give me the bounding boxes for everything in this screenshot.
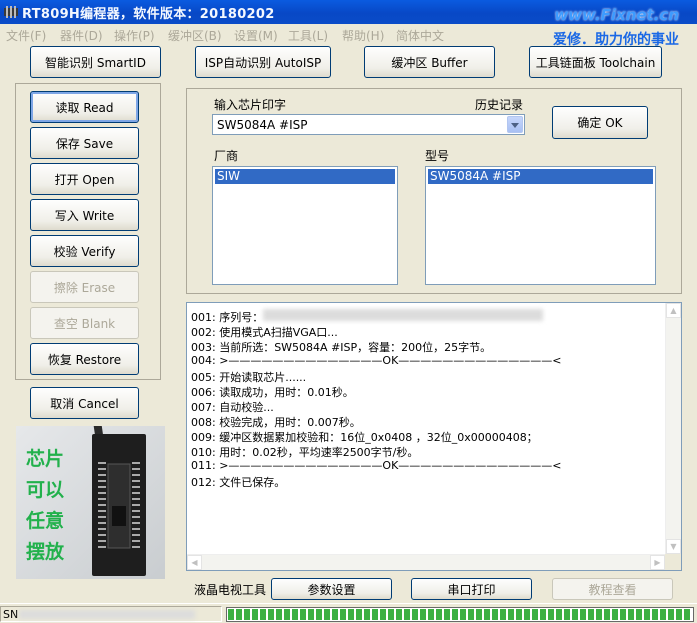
- ok-button[interactable]: 确定 OK: [552, 106, 648, 139]
- log-line: 011: >——————————————OK——————————————<: [191, 459, 562, 472]
- tutorial-button[interactable]: 教程查看: [552, 578, 673, 600]
- log-line: 004: >——————————————OK——————————————<: [191, 354, 562, 367]
- model-label: 型号: [425, 149, 450, 163]
- redacted-serial: [263, 309, 543, 321]
- smartid-button[interactable]: 智能识别 SmartID: [30, 46, 161, 78]
- scroll-right-icon[interactable]: ▶: [650, 555, 665, 570]
- menu-operation[interactable]: 操作(P): [114, 27, 155, 44]
- app-icon: [4, 6, 18, 18]
- watermark-slogan: 爱修．助力你的事业: [553, 32, 679, 48]
- model-list-item[interactable]: SW5084A #ISP: [428, 169, 653, 184]
- sn-cell: SN: [0, 606, 222, 622]
- chip-input-label: 输入芯片印字: [214, 98, 287, 112]
- log-line: 010: 用时：0.02秒，平均速率2500字节/秒。: [191, 446, 419, 459]
- log-line: 001: 序列号：: [191, 311, 264, 324]
- buffer-button[interactable]: 缓冲区 Buffer: [364, 46, 495, 78]
- chip-photo-text-2: 可以: [26, 479, 65, 501]
- socket-pins-icon: [98, 462, 140, 549]
- menu-settings[interactable]: 设置(M): [234, 27, 278, 44]
- vendor-list[interactable]: SIW: [212, 166, 398, 285]
- erase-button[interactable]: 擦除 Erase: [30, 271, 139, 303]
- log-line: 008: 校验完成，用时：0.007秒。: [191, 416, 361, 429]
- log-output[interactable]: 001: 序列号： 002: 使用模式A扫描VGA口... 003: 当前所选：…: [186, 302, 682, 571]
- model-list[interactable]: SW5084A #ISP: [425, 166, 656, 285]
- autoisp-button[interactable]: ISP自动识别 AutoISP: [195, 46, 331, 78]
- menu-language[interactable]: 简体中文: [396, 27, 444, 44]
- progress-fill: [228, 609, 692, 620]
- scroll-down-icon[interactable]: ▼: [666, 539, 681, 554]
- chip-photo-text-4: 摆放: [26, 541, 65, 563]
- open-button[interactable]: 打开 Open: [30, 163, 139, 195]
- chip-input-combo[interactable]: SW5084A #ISP: [212, 114, 525, 135]
- title-bar: RT809H编程器，软件版本：20180202 www.Fixnet.cn: [0, 0, 697, 24]
- scroll-up-icon[interactable]: ▲: [666, 303, 681, 318]
- write-button[interactable]: 写入 Write: [30, 199, 139, 231]
- progress-bar: [226, 607, 694, 622]
- menu-tools[interactable]: 工具(L): [288, 27, 328, 44]
- chip-socket-photo: 芯片 可以 任意 摆放: [16, 426, 165, 579]
- log-vertical-scrollbar[interactable]: ▲ ▼: [665, 303, 681, 554]
- log-line: 009: 缓冲区数据累加校验和：16位_0x0408 ，32位_0x000004…: [191, 431, 538, 444]
- chip-photo-text-3: 任意: [26, 510, 65, 532]
- menu-device[interactable]: 器件(D): [60, 27, 103, 44]
- menu-buffer[interactable]: 缓冲区(B): [168, 27, 222, 44]
- chip-photo-text-1: 芯片: [26, 448, 65, 470]
- vendor-label: 厂商: [214, 149, 239, 163]
- cancel-button[interactable]: 取消 Cancel: [30, 387, 139, 419]
- vendor-list-item[interactable]: SIW: [215, 169, 395, 184]
- save-button[interactable]: 保存 Save: [30, 127, 139, 159]
- watermark-url: www.Fixnet.cn: [554, 6, 679, 24]
- menu-help[interactable]: 帮助(H): [342, 27, 384, 44]
- log-line: 007: 自动校验...: [191, 401, 274, 414]
- log-line: 012: 文件已保存。: [191, 476, 286, 489]
- scrollbar-corner: [665, 554, 681, 570]
- history-label: 历史记录: [475, 98, 524, 112]
- lcd-tools-label: 液晶电视工具: [194, 583, 267, 597]
- log-line: 006: 读取成功，用时：0.01秒。: [191, 386, 354, 399]
- menu-file[interactable]: 文件(F): [6, 27, 46, 44]
- read-button[interactable]: 读取 Read: [30, 91, 139, 123]
- chip-input-value: SW5084A #ISP: [217, 118, 308, 132]
- window-title: RT809H编程器，软件版本：20180202: [22, 7, 275, 22]
- verify-button[interactable]: 校验 Verify: [30, 235, 139, 267]
- scroll-left-icon[interactable]: ◀: [187, 555, 202, 570]
- log-line: 005: 开始读取芯片......: [191, 371, 307, 384]
- restore-button[interactable]: 恢复 Restore: [30, 343, 139, 375]
- sn-label: SN: [3, 608, 19, 621]
- log-horizontal-scrollbar[interactable]: ◀ ▶: [187, 554, 665, 570]
- zif-socket: [92, 434, 146, 576]
- chevron-down-icon[interactable]: [507, 116, 523, 133]
- serial-print-button[interactable]: 串口打印: [411, 578, 532, 600]
- status-bar: SN: [0, 603, 697, 623]
- toolchain-button[interactable]: 工具链面板 Toolchain: [529, 46, 662, 78]
- log-line: 002: 使用模式A扫描VGA口...: [191, 326, 338, 339]
- blank-button[interactable]: 查空 Blank: [30, 307, 139, 339]
- redacted-sn: [19, 610, 195, 619]
- params-button[interactable]: 参数设置: [271, 578, 392, 600]
- log-line: 003: 当前所选：SW5084A #ISP，容量：200位，25字节。: [191, 341, 492, 354]
